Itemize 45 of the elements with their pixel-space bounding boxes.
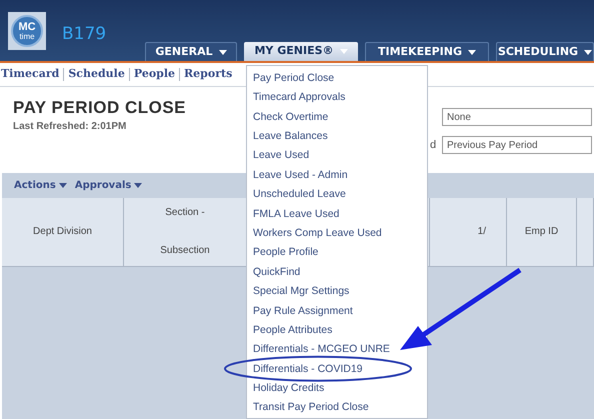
column-header: Emp ID bbox=[507, 198, 577, 266]
menu-item[interactable]: People Attributes bbox=[253, 322, 332, 339]
site-code: B179 bbox=[62, 23, 106, 46]
caret-icon bbox=[584, 50, 592, 54]
nav-link[interactable]: People bbox=[134, 66, 176, 83]
menu-item[interactable]: Workers Comp Leave Used bbox=[253, 226, 382, 242]
refresh-time: Last Refreshed: 2:01PM bbox=[13, 120, 126, 134]
caret-icon bbox=[134, 183, 142, 188]
menu-item[interactable]: Pay Rule Assignment bbox=[253, 304, 353, 320]
menu-item[interactable]: Special Mgr Settings bbox=[253, 284, 350, 300]
caret-icon bbox=[340, 49, 348, 54]
nav-tab[interactable]: MY GENIES® bbox=[244, 42, 358, 61]
menu-item[interactable]: FMLA Leave Used bbox=[253, 206, 340, 222]
nav-link[interactable]: Timecard bbox=[1, 66, 60, 83]
menu-item[interactable]: People Profile bbox=[253, 245, 318, 262]
menu-item[interactable]: Pay Period Close bbox=[253, 70, 334, 87]
caret-icon bbox=[468, 50, 476, 54]
select-field[interactable]: None bbox=[442, 108, 592, 126]
menu-item[interactable]: Check Overtime bbox=[253, 110, 328, 126]
nav-link[interactable]: Reports bbox=[184, 66, 232, 83]
field-label: d bbox=[430, 138, 438, 153]
page-title: PAY PERIOD CLOSE bbox=[13, 97, 186, 119]
toolbar-menu[interactable]: Actions bbox=[14, 178, 67, 193]
toolbar-menu[interactable]: Approvals bbox=[74, 178, 142, 193]
menu-item[interactable]: QuickFind bbox=[253, 264, 300, 280]
menu-item[interactable]: Holiday Credits bbox=[253, 381, 324, 397]
menu-item[interactable]: Leave Used bbox=[253, 148, 310, 164]
menu-item[interactable]: Differentials - COVID19 bbox=[253, 362, 363, 378]
column-header: 1/ bbox=[430, 198, 507, 266]
menu-item[interactable]: Transit Pay Period Close bbox=[253, 400, 369, 416]
menu-item[interactable]: Leave Used - Admin bbox=[253, 168, 348, 184]
menu-item[interactable]: Differentials - MCGEO UNRE bbox=[253, 342, 390, 358]
menu-item[interactable]: Leave Balances bbox=[253, 128, 328, 145]
caret-icon bbox=[58, 183, 67, 188]
menu-item[interactable]: Timecard Approvals bbox=[253, 90, 346, 106]
logo-text: time bbox=[19, 32, 35, 40]
nav-link[interactable]: Schedule bbox=[68, 66, 125, 83]
nav-tab[interactable]: TIMEKEEPING bbox=[365, 42, 489, 61]
nav-tab[interactable]: GENERAL bbox=[145, 42, 237, 61]
select-field[interactable]: Previous Pay Period bbox=[442, 136, 592, 154]
caret-icon bbox=[218, 50, 227, 54]
menu-item[interactable]: Unscheduled Leave bbox=[253, 187, 346, 203]
nav-tab[interactable]: SCHEDULING bbox=[496, 42, 594, 61]
column-header: Dept Division bbox=[2, 198, 124, 266]
logo-text: MC bbox=[18, 22, 36, 32]
